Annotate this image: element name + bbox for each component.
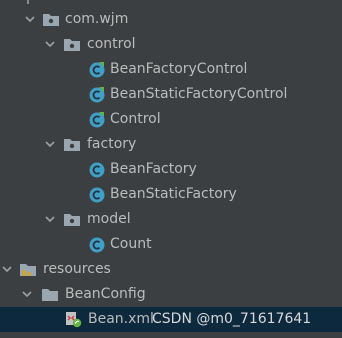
spring-xml-icon (66, 312, 82, 328)
chevron-down-icon[interactable] (21, 288, 33, 300)
tree-item-beanfactorycontrol[interactable]: BeanFactoryControl (0, 57, 342, 82)
class-c-icon (89, 237, 105, 253)
tree-item-label: resources (43, 261, 111, 277)
package-folder-icon (64, 39, 80, 51)
csdn-watermark: CSDN @m0_71617641 (152, 311, 312, 327)
class-c-icon (89, 187, 105, 203)
tree-item-label: BeanFactoryControl (110, 61, 248, 77)
tree-item-label: Count (110, 236, 152, 252)
folder-icon (42, 289, 58, 301)
tree-item-control-class[interactable]: Control (0, 107, 342, 132)
class-c-icon (89, 112, 105, 128)
class-c-icon (89, 87, 105, 103)
tree-item-beanconfig[interactable]: BeanConfig (0, 282, 342, 307)
package-folder-icon (64, 214, 80, 226)
tree-item-factory[interactable]: factory (0, 132, 342, 157)
tree-item-resources[interactable]: resources (0, 257, 342, 282)
project-tree: com.wjm control BeanFactoryControl BeanS… (0, 0, 342, 338)
tree-item-beanfactory[interactable]: BeanFactory (0, 157, 342, 182)
tree-item-label: Control (110, 111, 161, 127)
tree-item-label: control (87, 36, 136, 52)
chevron-down-icon[interactable] (1, 263, 13, 275)
tree-item-label: BeanConfig (65, 286, 146, 302)
chevron-down-icon[interactable] (44, 38, 56, 50)
package-folder-icon (64, 139, 80, 151)
class-c-icon (89, 162, 105, 178)
class-c-icon (89, 62, 105, 78)
tree-item-label: model (87, 211, 131, 227)
chevron-down-icon[interactable] (44, 213, 56, 225)
tree-item-beanstaticfactory[interactable]: BeanStaticFactory (0, 182, 342, 207)
tree-item-count[interactable]: Count (0, 232, 342, 257)
resources-folder-icon (20, 264, 36, 276)
tree-item-model[interactable]: model (0, 207, 342, 232)
tree-item-label: factory (87, 136, 137, 152)
tree-item-label: BeanStaticFactoryControl (110, 86, 288, 102)
tree-item-label: BeanStaticFactory (110, 186, 237, 202)
tree-item-com-wjm[interactable]: com.wjm (0, 7, 342, 32)
chevron-down-icon[interactable] (44, 138, 56, 150)
tree-item-beanstaticfactorycontrol[interactable]: BeanStaticFactoryControl (0, 82, 342, 107)
tree-guide-line (27, 0, 29, 4)
tree-item-control[interactable]: control (0, 32, 342, 57)
tree-item-label: com.wjm (65, 11, 129, 27)
package-folder-icon (43, 14, 59, 26)
tree-item-label: BeanFactory (110, 161, 197, 177)
chevron-down-icon[interactable] (24, 13, 36, 25)
tree-item-label: Bean.xml (88, 311, 154, 327)
